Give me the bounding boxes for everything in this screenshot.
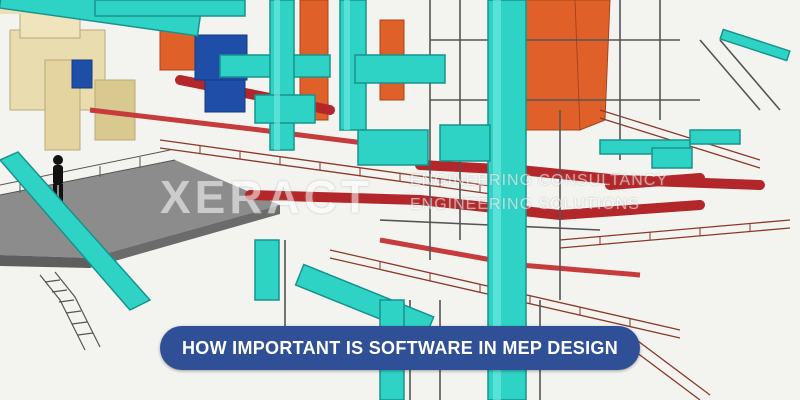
hero-image: XERACT ENGINEERING CONSULTANCY ENGINEERI… (0, 0, 800, 400)
banner-title: HOW IMPORTANT IS SOFTWARE IN MEP DESIGN (181, 337, 619, 358)
title-banner: HOW IMPORTANT IS SOFTWARE IN MEP DESIGN (160, 326, 640, 370)
